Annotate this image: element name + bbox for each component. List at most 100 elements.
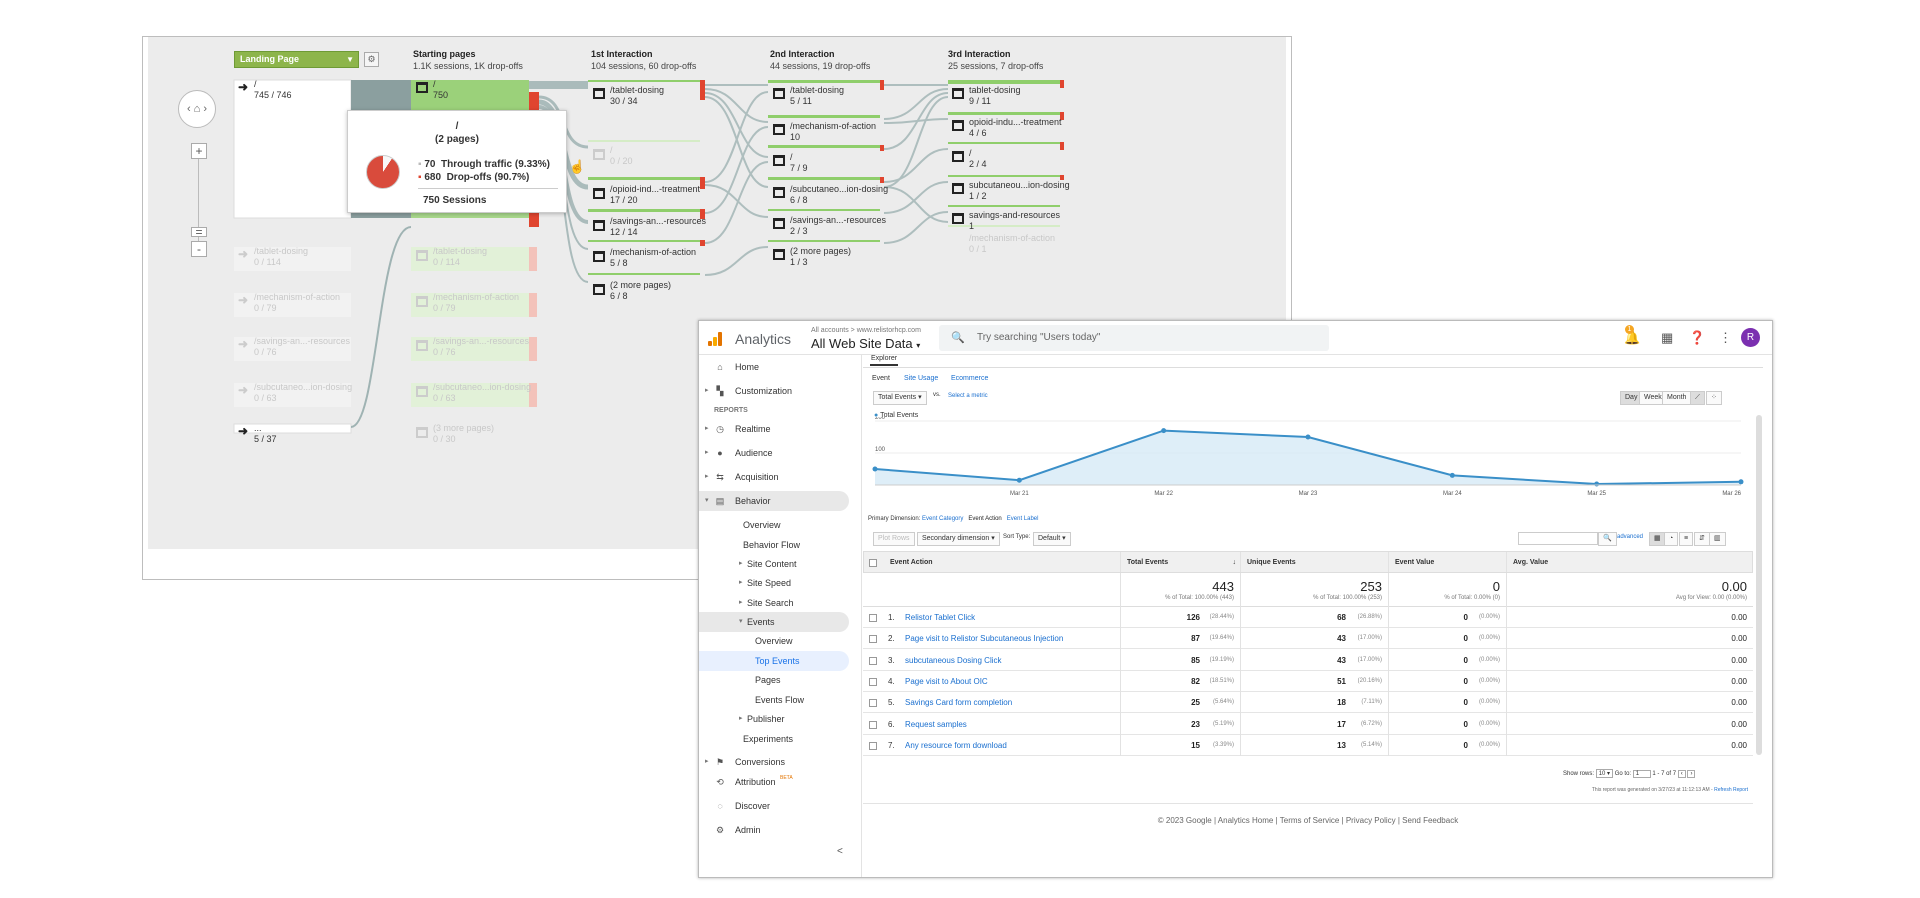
row-checkbox[interactable]: [869, 614, 877, 622]
scrollbar[interactable]: [1756, 415, 1762, 755]
flow-node[interactable]: /750: [433, 79, 448, 101]
flow-node[interactable]: tablet-dosing 9 / 11: [969, 85, 1021, 107]
flow-node[interactable]: savings-and-resources 1: [969, 210, 1060, 232]
collapse-sidebar-button[interactable]: <: [837, 846, 843, 857]
flow-node[interactable]: (3 more pages) 0 / 30: [433, 423, 494, 445]
select-metric-link[interactable]: Select a metric: [948, 393, 988, 399]
metric-select[interactable]: Total Events ▾: [873, 391, 927, 405]
compare-view-icon[interactable]: ⇵: [1694, 532, 1710, 546]
flow-node[interactable]: (2 more pages) 6 / 8: [610, 280, 671, 302]
sort-type-select[interactable]: Default ▾: [1033, 532, 1071, 546]
dim-event-label[interactable]: Event Label: [1007, 516, 1039, 522]
plot-rows-button[interactable]: Plot Rows: [873, 532, 915, 546]
flow-node[interactable]: /mechanism-of-action 0 / 79: [433, 292, 519, 314]
flow-node[interactable]: /mechanism-of-action 0 / 1: [969, 233, 1055, 255]
search-input[interactable]: 🔍 Try searching "Users today": [939, 325, 1329, 351]
help-icon[interactable]: ❓: [1689, 330, 1705, 346]
pan-control[interactable]: ‹ ⌂ ›: [178, 90, 216, 128]
col-avg-value[interactable]: Avg. Value: [1507, 552, 1754, 572]
flow-node[interactable]: /745 / 746: [254, 79, 292, 101]
motion-chart-icon[interactable]: ⁘: [1706, 391, 1722, 405]
sidebar-item-events[interactable]: ▾ Events: [699, 612, 849, 632]
col-event-value[interactable]: Event Value: [1389, 552, 1507, 572]
secondary-dimension-select[interactable]: Secondary dimension ▾: [917, 532, 1000, 546]
month-button[interactable]: Month: [1662, 391, 1692, 405]
gear-icon[interactable]: ⚙: [364, 52, 379, 67]
flow-node[interactable]: opioid-indu...-treatment 4 / 6: [969, 117, 1062, 139]
tab-explorer[interactable]: Explorer: [870, 355, 899, 366]
landing-page-dropdown[interactable]: Landing Page ▼: [234, 51, 359, 68]
sidebar-item-conversions[interactable]: ▸ ⚑ Conversions: [699, 752, 849, 772]
sidebar-item-events-overview[interactable]: Overview: [699, 631, 849, 651]
zoom-out-button[interactable]: -: [191, 241, 207, 257]
flow-node[interactable]: /tablet-dosing 0 / 114: [254, 246, 308, 268]
prev-page-button[interactable]: ‹: [1677, 770, 1686, 778]
zoom-slider[interactable]: + = -: [191, 143, 207, 263]
next-page-button[interactable]: ›: [1687, 770, 1696, 778]
sidebar-item-overview[interactable]: Overview: [699, 515, 849, 535]
sidebar-item-top-events[interactable]: Top Events: [699, 651, 849, 671]
dim-event-action[interactable]: Event Action: [968, 516, 1001, 522]
sidebar-item-attribution[interactable]: ⟲ Attribution BETA: [699, 772, 849, 792]
sidebar-item-audience[interactable]: ▸ ● Audience: [699, 443, 849, 463]
col-unique-events[interactable]: Unique Events: [1241, 552, 1389, 572]
flow-node[interactable]: /savings-an...-resources 0 / 76: [254, 336, 350, 358]
event-action-link[interactable]: Any resource form download: [905, 735, 1007, 756]
flow-node[interactable]: /2 / 4: [969, 148, 987, 170]
sidebar-item-publisher[interactable]: ▸ Publisher: [699, 709, 849, 729]
subtab-site-usage[interactable]: Site Usage: [904, 375, 938, 382]
sidebar-item-admin[interactable]: ⚙ Admin: [699, 820, 849, 840]
select-all-checkbox[interactable]: [869, 559, 877, 567]
zoom-in-button[interactable]: +: [191, 143, 207, 159]
col-total-events[interactable]: Total Events ↓: [1121, 552, 1241, 572]
sidebar-item-site-search[interactable]: ▸ Site Search: [699, 593, 849, 613]
dim-event-category[interactable]: Event Category: [922, 516, 963, 522]
table-filter-input[interactable]: [1518, 532, 1598, 545]
row-checkbox[interactable]: [869, 656, 877, 665]
sidebar-item-discover[interactable]: ◌ Discover: [699, 796, 849, 816]
row-checkbox[interactable]: [869, 699, 877, 708]
row-checkbox[interactable]: [869, 741, 877, 750]
search-icon[interactable]: 🔍: [1598, 532, 1617, 546]
apps-grid-icon[interactable]: ▦: [1661, 330, 1673, 346]
flow-node[interactable]: (2 more pages) 1 / 3: [790, 246, 851, 268]
avatar[interactable]: R: [1741, 328, 1760, 347]
refresh-report-link[interactable]: Refresh Report: [1714, 787, 1748, 793]
sidebar-item-behavior-flow[interactable]: Behavior Flow: [699, 535, 849, 555]
col-event-action[interactable]: Event Action: [884, 552, 1121, 572]
goto-input[interactable]: 1: [1632, 770, 1651, 778]
sidebar-item-realtime[interactable]: ▸ ◷ Realtime: [699, 419, 849, 439]
bar-view-icon[interactable]: ≡: [1679, 532, 1694, 546]
subtab-event[interactable]: Event: [872, 375, 890, 382]
flow-node[interactable]: /tablet-dosing 0 / 114: [433, 246, 487, 268]
sidebar-item-pages[interactable]: Pages: [699, 670, 849, 690]
event-action-link[interactable]: Page visit to Relistor Subcutaneous Inje…: [905, 628, 1063, 649]
flow-node[interactable]: /savings-an...-resources 0 / 76: [433, 336, 529, 358]
show-rows-select[interactable]: 10 ▾: [1595, 769, 1614, 778]
sidebar-item-events-flow[interactable]: Events Flow: [699, 690, 849, 710]
flow-node[interactable]: /subcutaneo...ion-dosing 0 / 63: [254, 382, 352, 404]
footer-links[interactable]: © 2023 Google | Analytics Home | Terms o…: [863, 816, 1753, 825]
sidebar-item-site-speed[interactable]: ▸ Site Speed: [699, 573, 849, 593]
advanced-link[interactable]: advanced: [1617, 534, 1643, 540]
flow-node[interactable]: /mechanism-of-action 10: [790, 121, 876, 143]
flow-node[interactable]: /mechanism-of-action 5 / 8: [610, 247, 696, 269]
row-checkbox[interactable]: [869, 720, 877, 729]
sidebar-item-behavior[interactable]: ▾ ▤ Behavior: [699, 491, 849, 511]
flow-node[interactable]: /savings-an...-resources 12 / 14: [610, 216, 706, 238]
flow-node[interactable]: /7 / 9: [790, 152, 808, 174]
event-action-link[interactable]: subcutaneous Dosing Click: [905, 650, 1002, 671]
pivot-view-icon[interactable]: ▥: [1709, 532, 1726, 546]
sidebar-item-experiments[interactable]: Experiments: [699, 729, 849, 749]
row-checkbox[interactable]: [869, 635, 877, 644]
flow-node[interactable]: subcutaneou...ion-dosing 1 / 2: [969, 180, 1070, 202]
pie-view-icon[interactable]: ◔: [1664, 532, 1679, 546]
event-action-link[interactable]: Request samples: [905, 714, 967, 735]
flow-node[interactable]: /savings-an...-resources 2 / 3: [790, 215, 886, 237]
more-vert-icon[interactable]: ⋮: [1719, 330, 1732, 346]
property-selector[interactable]: All Web Site Data ▾: [811, 336, 920, 351]
flow-node[interactable]: /subcutaneo...ion-dosing 6 / 8: [790, 184, 888, 206]
row-checkbox[interactable]: [869, 677, 877, 686]
flow-node[interactable]: /subcutaneo...ion-dosing 0 / 63: [433, 382, 531, 404]
flow-node[interactable]: /opioid-ind...-treatment 17 / 20: [610, 184, 700, 206]
